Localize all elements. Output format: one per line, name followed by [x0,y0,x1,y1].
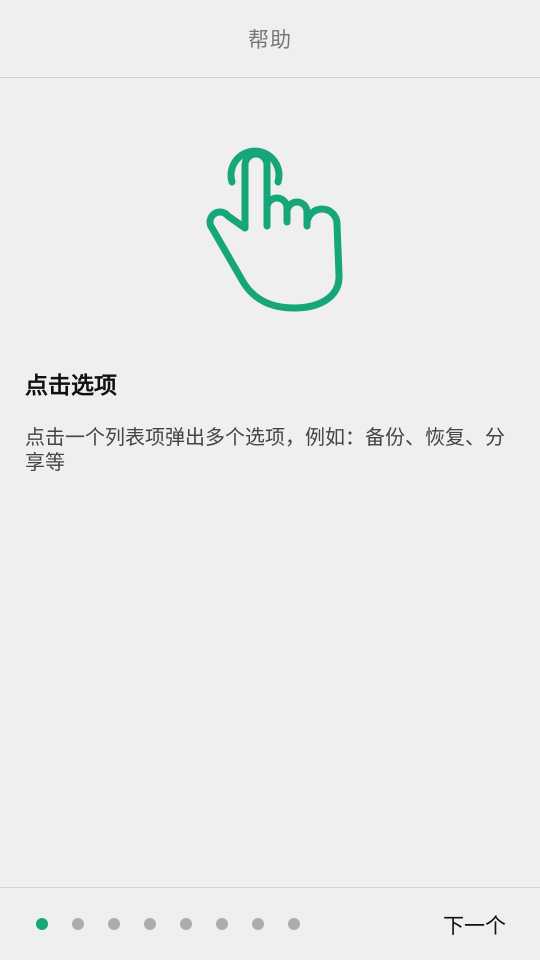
footer-bar: 下一个 [0,887,540,960]
page-dot [108,918,120,930]
page-dot [216,918,228,930]
page-dot [144,918,156,930]
page-indicator [36,918,300,930]
page-dot [288,918,300,930]
tap-hand-icon [190,130,360,320]
help-screen: 帮助 点击选项 点击一个列表项弹出多个选项，例如：备份、恢复、分享等 下一个 [0,0,540,960]
tip-title: 点击选项 [25,373,117,399]
header-bar: 帮助 [0,0,540,78]
page-dot-active [36,918,48,930]
next-button[interactable]: 下一个 [443,910,506,940]
page-dot [180,918,192,930]
page-dot [72,918,84,930]
tip-description: 点击一个列表项弹出多个选项，例如：备份、恢复、分享等 [25,425,505,474]
page-title: 帮助 [248,27,292,52]
page-dot [252,918,264,930]
